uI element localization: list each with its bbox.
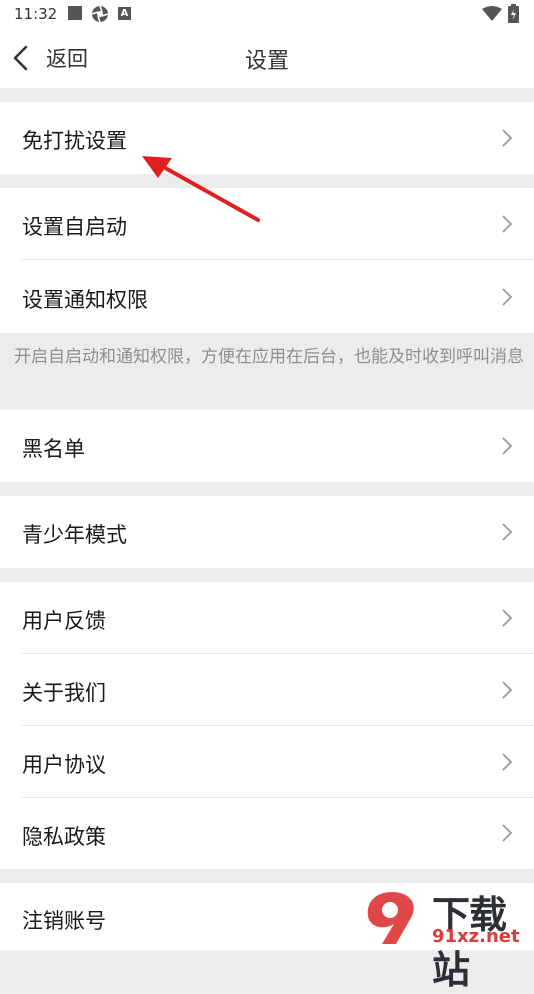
- annotation-arrow-shaft: [158, 163, 260, 222]
- row-label: 免打扰设置: [22, 129, 127, 153]
- status-bar: 11:32 A: [0, 0, 534, 28]
- row-label: 设置自启动: [22, 215, 127, 239]
- annotation-arrow: [142, 156, 260, 222]
- settings-row-feedback[interactable]: 用户反馈: [0, 582, 534, 654]
- settings-row-user-agreement[interactable]: 用户协议: [0, 726, 534, 798]
- chevron-right-icon: [502, 681, 513, 699]
- watermark-url: 91xz.net: [432, 926, 520, 947]
- settings-row-about-us[interactable]: 关于我们: [0, 654, 534, 726]
- settings-row-blacklist[interactable]: 黑名单: [0, 410, 534, 482]
- row-label: 设置通知权限: [22, 288, 148, 312]
- chevron-right-icon: [502, 523, 513, 541]
- watermark-logo-icon: [367, 892, 414, 944]
- chevron-right-icon: [502, 437, 513, 455]
- row-label: 关于我们: [22, 681, 106, 705]
- nav-bar: 返回 设置: [0, 28, 534, 88]
- row-label: 用户反馈: [22, 609, 106, 633]
- permission-hint-text: 开启自启动和通知权限，方便在应用在后台，也能及时收到呼叫消息: [14, 347, 524, 367]
- battery-charging-icon: [508, 4, 519, 23]
- row-label: 黑名单: [22, 437, 85, 461]
- chevron-right-icon: [502, 129, 513, 147]
- chevron-right-icon: [502, 753, 513, 771]
- chevron-right-icon: [502, 288, 513, 306]
- watermark: 下载站 91xz.net: [362, 886, 534, 992]
- app-a-icon: A: [118, 7, 131, 20]
- settings-row-privacy-policy[interactable]: 隐私政策: [0, 798, 534, 869]
- page-title: 设置: [244, 49, 289, 74]
- notification-square-icon: [68, 6, 82, 20]
- row-label: 青少年模式: [22, 523, 127, 547]
- app-notification-icon: [91, 5, 109, 23]
- chevron-right-icon: [502, 215, 513, 233]
- settings-row-notification-permission[interactable]: 设置通知权限: [0, 260, 534, 333]
- chevron-right-icon: [502, 824, 513, 842]
- permission-hint: 开启自启动和通知权限，方便在应用在后台，也能及时收到呼叫消息: [0, 333, 534, 410]
- status-time: 11:32: [14, 5, 58, 23]
- settings-row-teen-mode[interactable]: 青少年模式: [0, 496, 534, 568]
- wifi-icon: [482, 6, 502, 21]
- row-label: 用户协议: [22, 753, 106, 777]
- row-label: 隐私政策: [22, 825, 106, 849]
- chevron-right-icon: [502, 609, 513, 627]
- row-label: 注销账号: [22, 909, 106, 933]
